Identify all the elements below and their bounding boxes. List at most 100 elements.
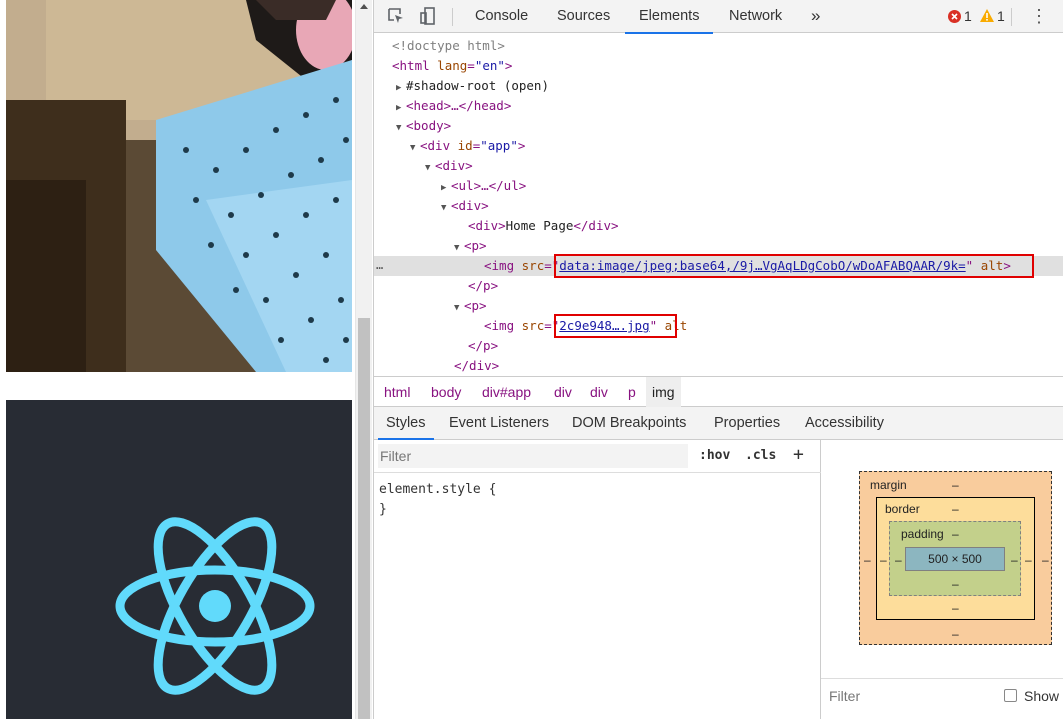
dom-line-body[interactable]: ▼ <body> xyxy=(374,116,1063,136)
page-viewport xyxy=(0,0,355,719)
devtools-panel: Console Sources Elements Network » 1 1 ⋮… xyxy=(373,0,1063,719)
more-options-icon[interactable]: ⋮ xyxy=(1030,0,1048,33)
computed-filter-input[interactable] xyxy=(829,684,989,708)
padding-left-value[interactable]: – xyxy=(895,553,902,567)
highlight-box-img1-src xyxy=(554,254,1034,278)
styles-filter-input[interactable] xyxy=(378,444,688,468)
id-value: "app" xyxy=(480,138,518,153)
tab-sources[interactable]: Sources xyxy=(557,0,610,33)
collapse-triangle-icon[interactable]: ▼ xyxy=(396,118,406,138)
dom-line-div-app[interactable]: ▼ <div id="app"> xyxy=(374,136,1063,156)
head-tag: <head>…</head> xyxy=(406,98,512,113)
show-all-checkbox[interactable] xyxy=(1004,689,1017,702)
element-style-close: } xyxy=(379,502,387,517)
breadcrumb-html[interactable]: html xyxy=(384,377,410,407)
breadcrumb-div[interactable]: div xyxy=(554,377,572,407)
dom-line-div-2[interactable]: ▼ <div> xyxy=(374,196,1063,216)
dom-line-doctype[interactable]: <!doctype html> xyxy=(374,36,1063,56)
breadcrumb: html body div#app div div p img xyxy=(374,376,1063,407)
box-model-content-size[interactable]: 500 × 500 xyxy=(905,547,1005,571)
tab-accessibility[interactable]: Accessibility xyxy=(805,407,884,439)
new-style-rule-button[interactable]: + xyxy=(793,444,804,465)
expand-triangle-icon[interactable]: ▶ xyxy=(396,78,406,98)
dom-line-p1[interactable]: ▼ <p> xyxy=(374,236,1063,256)
tab-console[interactable]: Console xyxy=(475,0,528,33)
collapse-triangle-icon[interactable]: ▼ xyxy=(441,198,451,218)
expand-triangle-icon[interactable]: ▶ xyxy=(396,98,406,118)
margin-left-value[interactable]: – xyxy=(864,553,871,567)
scroll-up-arrow-icon[interactable] xyxy=(360,4,368,9)
p-close-tag: </p> xyxy=(468,278,499,293)
inspect-element-icon[interactable] xyxy=(386,6,406,26)
collapse-triangle-icon[interactable]: ▼ xyxy=(425,158,435,178)
toolbar-divider-2 xyxy=(1011,8,1012,26)
dom-line-ul[interactable]: ▶ <ul>…</ul> xyxy=(374,176,1063,196)
more-actions-ellipsis[interactable]: … xyxy=(376,258,383,272)
collapse-triangle-icon[interactable]: ▼ xyxy=(454,298,464,318)
dom-line-div-close[interactable]: </div> xyxy=(374,356,1063,376)
div-tag: <div> xyxy=(468,218,506,233)
dom-line-p2[interactable]: ▼ <p> xyxy=(374,296,1063,316)
error-count[interactable]: 1 xyxy=(964,0,972,33)
cls-toggle-button[interactable]: .cls xyxy=(745,448,776,463)
border-top-value[interactable]: – xyxy=(952,502,959,516)
border-bottom-value[interactable]: – xyxy=(952,601,959,615)
border-label: border xyxy=(885,502,920,516)
shadow-root-text: #shadow-root (open) xyxy=(406,78,549,93)
tab-dom-breakpoints[interactable]: DOM Breakpoints xyxy=(572,407,686,439)
expand-triangle-icon[interactable]: ▶ xyxy=(441,178,451,198)
breadcrumb-p[interactable]: p xyxy=(628,377,636,407)
styles-filter-row: :hov .cls + xyxy=(374,440,821,473)
tab-network[interactable]: Network xyxy=(729,0,782,33)
dom-line-home-div[interactable]: <div>Home Page</div> xyxy=(374,216,1063,236)
dom-line-div[interactable]: ▼ <div> xyxy=(374,156,1063,176)
border-right-value[interactable]: – xyxy=(1025,553,1032,567)
warning-icon[interactable] xyxy=(980,9,994,22)
error-icon[interactable] xyxy=(948,10,961,23)
padding-right-value[interactable]: – xyxy=(1011,553,1018,567)
devtools-tab-bar: Console Sources Elements Network » 1 1 ⋮ xyxy=(374,0,1063,34)
img-tag: <img xyxy=(484,318,515,333)
element-style-selector[interactable]: element.style { xyxy=(379,480,496,500)
padding-bottom-value[interactable]: – xyxy=(952,577,959,591)
breadcrumb-body[interactable]: body xyxy=(431,377,461,407)
collapse-triangle-icon[interactable]: ▼ xyxy=(410,138,420,158)
tab-properties[interactable]: Properties xyxy=(714,407,780,439)
tab-styles[interactable]: Styles xyxy=(378,407,433,440)
pixelated-photo-image xyxy=(6,0,352,372)
margin-bottom-value[interactable]: – xyxy=(952,627,959,641)
div-app-tag: <div xyxy=(420,138,451,153)
tab-event-listeners[interactable]: Event Listeners xyxy=(449,407,549,439)
ul-tag: <ul>…</ul> xyxy=(451,178,527,193)
dom-line-shadow-root[interactable]: ▶ #shadow-root (open) xyxy=(374,76,1063,96)
scrollbar-thumb[interactable] xyxy=(358,318,370,719)
src-attr: src xyxy=(521,318,545,333)
padding-top-value[interactable]: – xyxy=(952,527,959,541)
breadcrumb-div-app[interactable]: div#app xyxy=(482,377,531,407)
styles-pane: :hov .cls + element.style { } xyxy=(374,440,821,719)
page-scrollbar[interactable] xyxy=(355,0,372,719)
html-tag: <html xyxy=(392,58,430,73)
border-left-value[interactable]: – xyxy=(880,553,887,567)
collapse-triangle-icon[interactable]: ▼ xyxy=(454,238,464,258)
hov-toggle-button[interactable]: :hov xyxy=(699,448,730,463)
show-all-label: Show xyxy=(1024,688,1060,704)
margin-top-value[interactable]: – xyxy=(952,478,959,492)
lang-value: "en" xyxy=(474,58,505,73)
doctype-text: <!doctype html> xyxy=(392,38,505,53)
breadcrumb-div-2[interactable]: div xyxy=(590,377,608,407)
dom-line-html[interactable]: <html lang="en"> xyxy=(374,56,1063,76)
margin-right-value[interactable]: – xyxy=(1042,553,1049,567)
dom-line-p2-close[interactable]: </p> xyxy=(374,336,1063,356)
device-toolbar-icon[interactable] xyxy=(418,6,438,26)
dom-line-head[interactable]: ▶ <head>…</head> xyxy=(374,96,1063,116)
id-attr: id xyxy=(457,138,473,153)
breadcrumb-img[interactable]: img xyxy=(646,377,681,407)
lang-attr: lang xyxy=(437,58,468,73)
toolbar-divider xyxy=(452,8,453,26)
tab-elements[interactable]: Elements xyxy=(624,0,715,34)
warning-count[interactable]: 1 xyxy=(997,0,1005,33)
dom-line-img2[interactable]: <img src="2c9e948….jpg" alt xyxy=(374,316,1063,336)
dom-line-p1-close[interactable]: </p> xyxy=(374,276,1063,296)
more-tabs-button[interactable]: » xyxy=(811,0,820,33)
